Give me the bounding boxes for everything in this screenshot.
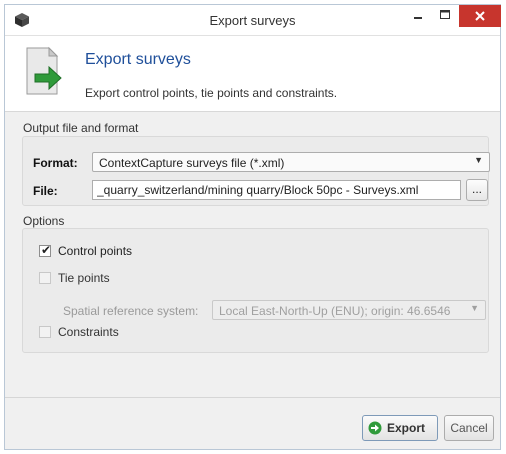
close-button[interactable]	[459, 5, 501, 27]
file-path-input[interactable]	[92, 180, 461, 200]
maximize-button[interactable]	[432, 5, 458, 27]
constraints-label: Constraints	[58, 325, 119, 339]
arrow-circle-icon	[368, 421, 382, 435]
format-select-value: ContextCapture surveys file (*.xml)	[99, 156, 285, 170]
tie-points-checkbox[interactable]	[39, 272, 51, 284]
spatial-reference-value: Local East-North-Up (ENU); origin: 46.65…	[219, 304, 451, 318]
checkmark-icon: ✔	[41, 243, 52, 257]
button-bar-divider	[5, 397, 500, 398]
control-points-checkbox[interactable]: ✔	[39, 243, 52, 257]
output-group-title: Output file and format	[23, 121, 139, 135]
chevron-down-icon: ▼	[474, 155, 483, 165]
cancel-button-label: Cancel	[450, 421, 488, 435]
constraints-checkbox[interactable]	[39, 326, 51, 338]
title-bar[interactable]: Export surveys	[5, 5, 501, 36]
file-label: File:	[33, 184, 58, 198]
tie-points-label: Tie points	[58, 271, 110, 285]
spatial-reference-label: Spatial reference system:	[63, 304, 199, 318]
control-points-label: Control points	[58, 244, 133, 258]
minimize-button[interactable]	[405, 5, 431, 27]
format-label: Format:	[33, 156, 78, 170]
document-export-icon	[26, 46, 62, 95]
chevron-down-icon: ▼	[470, 303, 479, 313]
options-group-title: Options	[23, 214, 65, 228]
format-select[interactable]: ContextCapture surveys file (*.xml) ▼	[92, 152, 490, 172]
dialog-description: Export control points, tie points and co…	[85, 86, 338, 100]
maximize-icon	[440, 10, 450, 19]
export-surveys-dialog: Export surveys Export surveys Export con…	[4, 4, 501, 450]
close-icon	[475, 11, 485, 21]
dialog-header: Export surveys Export control points, ti…	[5, 36, 500, 112]
cancel-button[interactable]: Cancel	[444, 415, 494, 441]
export-button-label: Export	[387, 421, 426, 435]
browse-button[interactable]: ...	[466, 179, 488, 201]
output-group: Format: ContextCapture surveys file (*.x…	[22, 136, 490, 206]
dialog-heading: Export surveys	[85, 51, 191, 68]
spatial-reference-select[interactable]: Local East-North-Up (ENU); origin: 46.65…	[212, 300, 486, 320]
export-button[interactable]: Export	[362, 415, 438, 441]
minimize-icon	[414, 17, 422, 19]
